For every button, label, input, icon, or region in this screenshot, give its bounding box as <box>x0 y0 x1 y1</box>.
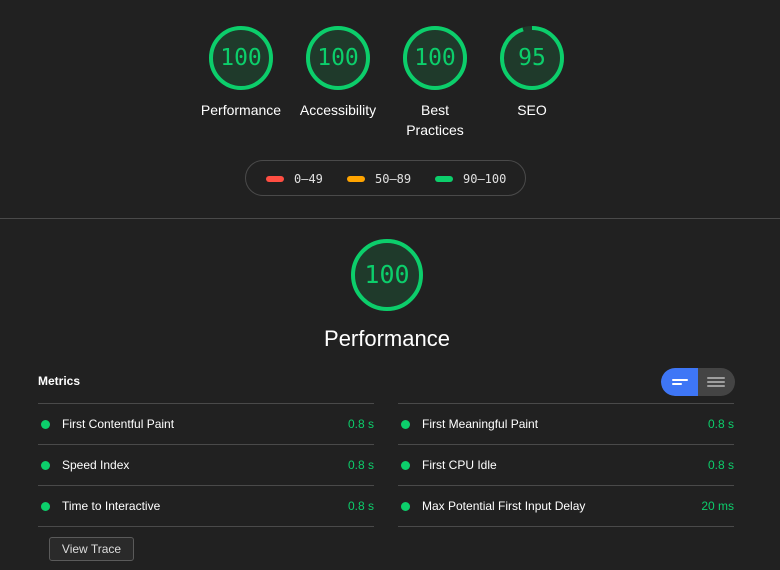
metric-name: Time to Interactive <box>62 499 161 513</box>
pass-dot-icon <box>401 502 410 511</box>
metric-value: 0.8 s <box>707 417 734 431</box>
metric-name: First Contentful Paint <box>62 417 175 431</box>
gauge-label: Performance <box>200 102 282 118</box>
metric-value: 0.8 s <box>347 499 374 513</box>
pass-dot-icon <box>401 420 410 429</box>
gauge-ring: 100 <box>306 26 370 90</box>
gauge-accessibility[interactable]: 100 Accessibility <box>288 26 388 120</box>
metric-time-to-interactive: Time to Interactive 0.8 s <box>38 485 374 527</box>
gauge-score: 100 <box>414 45 456 71</box>
gauge-best-practices[interactable]: 100 Best Practices <box>385 26 485 140</box>
gauge-ring: 100 <box>403 26 467 90</box>
gauge-ring: 100 <box>209 26 273 90</box>
metric-max-potential-fid: Max Potential First Input Delay 20 ms <box>398 485 734 527</box>
metric-name: First Meaningful Paint <box>422 417 539 431</box>
legend-swatch <box>347 175 365 182</box>
metric-speed-index: Speed Index 0.8 s <box>38 444 374 485</box>
pass-dot-icon <box>41 461 50 470</box>
gauge-label: SEO <box>517 102 547 118</box>
gauge-seo[interactable]: 95 SEO <box>482 26 582 120</box>
pass-dot-icon <box>401 461 410 470</box>
metric-name: Max Potential First Input Delay <box>422 499 586 513</box>
legend-item-pass: 90–100 <box>435 161 506 197</box>
legend-range: 0–49 <box>294 172 323 186</box>
category-title: Performance <box>324 326 450 351</box>
section-divider <box>0 218 780 219</box>
legend-item-average: 50–89 <box>347 161 411 197</box>
score-gauges: 100 Performance 100 Accessibility 100 Be… <box>0 26 780 146</box>
metric-first-cpu-idle: First CPU Idle 0.8 s <box>398 444 734 485</box>
metric-name: First CPU Idle <box>422 458 497 472</box>
metric-value: 0.8 s <box>347 417 374 431</box>
legend-swatch <box>435 175 453 182</box>
legend-item-fail: 0–49 <box>266 161 323 197</box>
score-legend: 0–49 50–89 90–100 <box>245 160 526 196</box>
metrics-title: Metrics <box>38 374 81 388</box>
gauge-score: 100 <box>317 45 359 71</box>
gauge-score: 100 <box>220 45 262 71</box>
gauge-performance[interactable]: 100 Performance <box>191 26 291 120</box>
metric-value: 0.8 s <box>347 458 374 472</box>
legend-range: 90–100 <box>463 172 507 186</box>
legend-swatch <box>266 175 284 182</box>
metrics-column-right: First Meaningful Paint 0.8 s First CPU I… <box>398 403 734 527</box>
table-view-icon[interactable] <box>698 368 735 396</box>
gauge-score: 95 <box>518 45 546 71</box>
pass-dot-icon <box>41 420 50 429</box>
category-gauge: 100 <box>351 239 423 311</box>
metric-value: 20 ms <box>701 499 734 513</box>
metrics-column-left: First Contentful Paint 0.8 s Speed Index… <box>38 403 374 527</box>
metric-name: Speed Index <box>62 458 130 472</box>
metrics-view-toggle[interactable] <box>661 368 735 396</box>
legend-range: 50–89 <box>375 172 412 186</box>
gauge-label: Best Practices <box>406 102 464 138</box>
gauge-ring: 95 <box>500 26 564 90</box>
pass-dot-icon <box>41 502 50 511</box>
gauge-score: 100 <box>364 260 410 289</box>
metric-first-contentful-paint: First Contentful Paint 0.8 s <box>38 403 374 444</box>
view-trace-button[interactable]: View Trace <box>49 537 134 561</box>
metric-value: 0.8 s <box>707 458 734 472</box>
list-view-icon[interactable] <box>661 368 698 396</box>
metric-first-meaningful-paint: First Meaningful Paint 0.8 s <box>398 403 734 444</box>
gauge-label: Accessibility <box>299 102 377 118</box>
